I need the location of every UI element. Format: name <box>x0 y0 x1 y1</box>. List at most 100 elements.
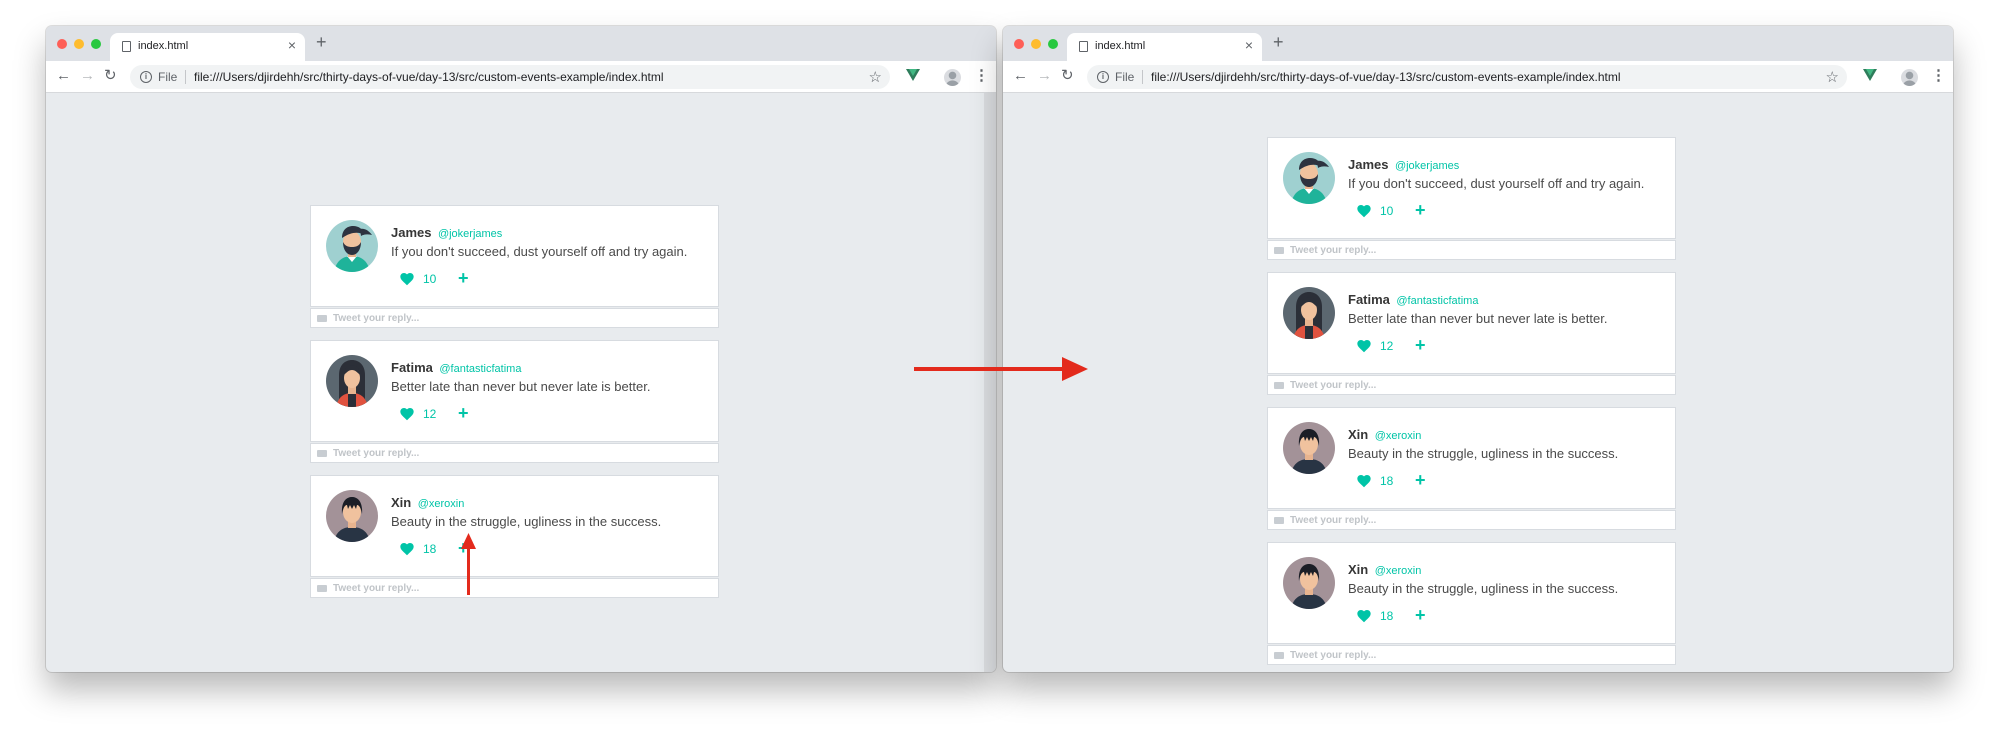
back-button[interactable]: ← <box>1013 68 1028 84</box>
address-bar[interactable]: i File file:///Users/djirdehh/src/thirty… <box>1087 65 1847 89</box>
minimize-window-button[interactable] <box>1031 39 1041 49</box>
reply-input[interactable]: Tweet your reply... <box>310 308 719 328</box>
heart-icon[interactable] <box>1356 608 1372 624</box>
reply-input[interactable]: Tweet your reply... <box>1267 645 1676 665</box>
minimize-window-button[interactable] <box>74 39 84 49</box>
tweet-author-handle[interactable]: @jokerjames <box>1395 160 1459 172</box>
heart-icon[interactable] <box>399 271 415 287</box>
add-tweet-button[interactable]: + <box>1415 336 1426 354</box>
reply-input[interactable]: Tweet your reply... <box>1267 240 1676 260</box>
tweet-author-handle[interactable]: @fantasticfatima <box>1396 295 1478 307</box>
like-count: 18 <box>1380 609 1394 623</box>
reload-button[interactable]: ↻ <box>104 68 117 84</box>
tab-title: index.html <box>138 40 189 52</box>
heart-icon[interactable] <box>399 541 415 557</box>
add-tweet-button[interactable]: + <box>458 269 469 287</box>
tweet-text: Better late than never but never late is… <box>391 379 651 394</box>
tweet-text: Beauty in the struggle, ugliness in the … <box>1348 446 1619 461</box>
transition-arrow-line <box>914 367 1064 371</box>
info-icon[interactable]: i <box>1097 71 1109 83</box>
heart-icon[interactable] <box>1356 338 1372 354</box>
tweet-author-handle[interactable]: @fantasticfatima <box>439 363 521 375</box>
browser-menu-icon[interactable]: ⋮ <box>1931 68 1946 84</box>
reply-input[interactable]: Tweet your reply... <box>1267 510 1676 530</box>
tweet-author-handle[interactable]: @xeroxin <box>418 498 465 510</box>
browser-tab[interactable]: index.html × <box>110 33 305 61</box>
scrollbar[interactable] <box>984 93 996 672</box>
address-divider <box>1142 70 1143 84</box>
new-tab-button[interactable]: + <box>316 32 327 52</box>
tweet-text: Beauty in the struggle, ugliness in the … <box>1348 581 1619 596</box>
tweet-header: Xin @xeroxin <box>1348 426 1421 444</box>
avatar <box>1283 422 1335 474</box>
back-button[interactable]: ← <box>56 68 71 84</box>
heart-icon[interactable] <box>1356 203 1372 219</box>
browser-menu-icon[interactable]: ⋮ <box>974 68 989 84</box>
add-tweet-button[interactable]: + <box>1415 606 1426 624</box>
tweet-card: James @jokerjames If you don't succeed, … <box>1267 137 1676 260</box>
reply-input[interactable]: Tweet your reply... <box>310 578 719 598</box>
address-bar[interactable]: i File file:///Users/djirdehh/src/thirty… <box>130 65 890 89</box>
heart-icon[interactable] <box>399 406 415 422</box>
like-count: 18 <box>1380 474 1394 488</box>
browser-window-after: index.html × + ← → ↻ i File file:///User… <box>1003 26 1953 672</box>
close-tab-icon[interactable]: × <box>288 38 296 52</box>
reply-placeholder: Tweet your reply... <box>333 583 420 594</box>
forward-button[interactable]: → <box>1037 68 1052 84</box>
annotation-arrowhead-up-icon <box>461 533 476 549</box>
profile-avatar-icon[interactable] <box>944 69 961 86</box>
browser-toolbar: ← → ↻ i File file:///Users/djirdehh/src/… <box>46 61 996 93</box>
like-count: 10 <box>1380 204 1394 218</box>
tweet-author-handle[interactable]: @xeroxin <box>1375 430 1422 442</box>
add-tweet-button[interactable]: + <box>458 404 469 422</box>
reply-placeholder: Tweet your reply... <box>333 313 420 324</box>
add-tweet-button[interactable]: + <box>1415 471 1426 489</box>
page-viewport: James @jokerjames If you don't succeed, … <box>46 93 996 672</box>
tweet-author-handle[interactable]: @xeroxin <box>1375 565 1422 577</box>
vue-devtools-icon[interactable] <box>1863 69 1877 81</box>
tweet-card: Xin @xeroxin Beauty in the struggle, ugl… <box>1267 407 1676 530</box>
avatar <box>1283 287 1335 339</box>
envelope-icon <box>1274 382 1284 389</box>
heart-icon[interactable] <box>1356 473 1372 489</box>
tweet-body: James @jokerjames If you don't succeed, … <box>310 205 719 307</box>
tweet-body: Xin @xeroxin Beauty in the struggle, ugl… <box>1267 407 1676 509</box>
browser-tab[interactable]: index.html × <box>1067 33 1262 61</box>
tweet-author-name: Xin <box>391 495 412 510</box>
vue-devtools-icon[interactable] <box>906 69 920 81</box>
url-text[interactable]: file:///Users/djirdehh/src/thirty-days-o… <box>194 70 664 84</box>
avatar <box>1283 152 1335 204</box>
bookmark-star-icon[interactable]: ☆ <box>1826 68 1839 86</box>
avatar <box>1283 557 1335 609</box>
forward-button[interactable]: → <box>80 68 95 84</box>
document-icon <box>122 41 131 52</box>
browser-toolbar: ← → ↻ i File file:///Users/djirdehh/src/… <box>1003 61 1953 93</box>
tweet-body: Fatima @fantasticfatima Better late than… <box>1267 272 1676 374</box>
maximize-window-button[interactable] <box>1048 39 1058 49</box>
fatima-avatar-image <box>326 355 378 407</box>
tweet-card: Fatima @fantasticfatima Better late than… <box>1267 272 1676 395</box>
reply-input[interactable]: Tweet your reply... <box>310 443 719 463</box>
close-tab-icon[interactable]: × <box>1245 38 1253 52</box>
url-text[interactable]: file:///Users/djirdehh/src/thirty-days-o… <box>1151 70 1621 84</box>
envelope-icon <box>1274 517 1284 524</box>
tweet-author-name: Xin <box>1348 427 1369 442</box>
info-icon[interactable]: i <box>140 71 152 83</box>
tweet-author-handle[interactable]: @jokerjames <box>438 228 502 240</box>
tab-bar: index.html × + <box>1003 26 1953 61</box>
envelope-icon <box>1274 247 1284 254</box>
tweet-card: Fatima @fantasticfatima Better late than… <box>310 340 719 463</box>
close-window-button[interactable] <box>57 39 67 49</box>
close-window-button[interactable] <box>1014 39 1024 49</box>
new-tab-button[interactable]: + <box>1273 32 1284 52</box>
bookmark-star-icon[interactable]: ☆ <box>869 68 882 86</box>
add-tweet-button[interactable]: + <box>1415 201 1426 219</box>
tweet-header: Fatima @fantasticfatima <box>391 359 521 377</box>
reload-button[interactable]: ↻ <box>1061 68 1074 84</box>
tweet-header: Fatima @fantasticfatima <box>1348 291 1478 309</box>
profile-avatar-icon[interactable] <box>1901 69 1918 86</box>
reply-placeholder: Tweet your reply... <box>1290 515 1377 526</box>
reply-input[interactable]: Tweet your reply... <box>1267 375 1676 395</box>
envelope-icon <box>317 450 327 457</box>
maximize-window-button[interactable] <box>91 39 101 49</box>
